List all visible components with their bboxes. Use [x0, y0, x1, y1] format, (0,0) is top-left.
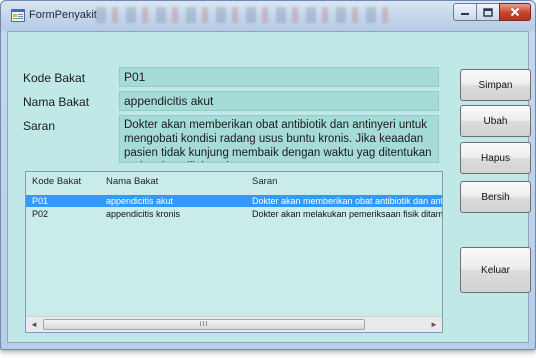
- simpan-button[interactable]: Simpan: [460, 69, 531, 101]
- row-saran-cell: Dokter akan memberikan obat antibiotik d…: [252, 196, 442, 206]
- nama-bakat-label: Nama Bakat: [23, 95, 90, 109]
- row-saran-cell: Dokter akan melakukan pemeriksaan fisik …: [252, 209, 442, 219]
- minimize-button[interactable]: [453, 3, 477, 21]
- bersih-button[interactable]: Bersih: [460, 181, 531, 213]
- ubah-button[interactable]: Ubah: [460, 105, 531, 137]
- row-nama-cell: appendicitis akut: [106, 196, 174, 206]
- close-icon: [510, 7, 520, 17]
- column-header-kode[interactable]: Kode Bakat: [26, 172, 100, 192]
- table-row[interactable]: P01 appendicitis akut Dokter akan member…: [26, 195, 442, 207]
- keluar-button[interactable]: Keluar: [460, 247, 531, 293]
- column-header-nama[interactable]: Nama Bakat: [100, 172, 246, 192]
- form-penyakit-window: FormPenyakit Kode Bakat P01 Nama Bakat a…: [0, 0, 536, 350]
- saran-label: Saran: [23, 119, 56, 133]
- maximize-icon: [483, 7, 493, 17]
- maximize-button[interactable]: [476, 3, 500, 21]
- scroll-left-arrow-icon[interactable]: ◄: [26, 317, 42, 332]
- table-row[interactable]: P02 appendicitis kronis Dokter akan mela…: [26, 208, 442, 220]
- window-title: FormPenyakit: [29, 9, 97, 21]
- horizontal-scrollbar[interactable]: ◄ III ►: [26, 316, 442, 332]
- row-nama-cell: appendicitis kronis: [106, 209, 181, 219]
- scroll-right-arrow-icon[interactable]: ►: [426, 317, 442, 332]
- row-kode-cell: P02: [32, 209, 49, 219]
- penyakit-list-view[interactable]: Kode Bakat Nama Bakat Saran P01 appendic…: [25, 171, 443, 333]
- saran-textarea[interactable]: Dokter akan memberikan obat antibiotik d…: [119, 115, 439, 163]
- kode-bakat-label: Kode Bakat: [23, 71, 86, 85]
- scrollbar-grip-icon: III: [199, 320, 209, 328]
- column-header-saran[interactable]: Saran: [246, 172, 442, 192]
- hapus-button[interactable]: Hapus: [460, 142, 531, 174]
- titlebar-background-decoration: [96, 7, 396, 23]
- nama-bakat-field[interactable]: appendicitis akut: [119, 91, 439, 111]
- list-header: Kode Bakat Nama Bakat Saran: [26, 172, 442, 192]
- scrollbar-thumb[interactable]: III: [43, 319, 365, 330]
- minimize-icon: [461, 13, 469, 15]
- close-button[interactable]: [499, 3, 531, 21]
- title-bar[interactable]: FormPenyakit: [1, 1, 535, 31]
- form-app-icon: [11, 9, 25, 22]
- row-kode-cell: P01: [32, 196, 49, 206]
- kode-bakat-field[interactable]: P01: [119, 67, 439, 87]
